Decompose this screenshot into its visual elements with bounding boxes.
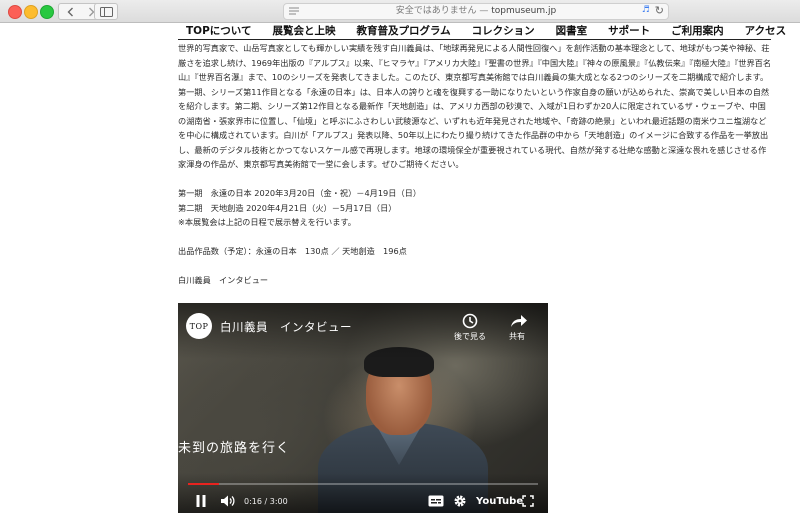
video-subtitle-text: 未到の旅路を行く — [178, 441, 291, 456]
subtitles-icon[interactable] — [428, 495, 444, 507]
nav-item-guide[interactable]: ご利用案内 — [671, 23, 724, 38]
speaker-icon[interactable]: ♬ — [642, 5, 650, 15]
share-arrow-icon — [511, 315, 527, 327]
schedule-period-2: 第二期 天地創造 2020年4月21日（火）－5月17日（日） — [178, 202, 397, 213]
volume-icon[interactable] — [220, 494, 236, 508]
nav-item-support[interactable]: サポート — [608, 23, 650, 38]
site-navigation: TOPについて 展覧会と上映 教育普及プログラム コレクション 図書室 サポート… — [178, 22, 786, 40]
watch-later-label: 後で見る — [454, 332, 486, 341]
settings-gear-icon[interactable] — [453, 494, 467, 508]
back-button[interactable] — [58, 3, 82, 20]
nav-item-access[interactable]: アクセス — [745, 23, 786, 38]
nav-item-exhibitions[interactable]: 展覧会と上映 — [272, 23, 335, 38]
article-body: 世界的写真家で、山岳写真家としても輝かしい実績を残す白川義員は、「地球再発見によ… — [178, 41, 773, 288]
chevron-left-icon — [67, 7, 73, 16]
watch-later-button[interactable]: 後で見る — [448, 313, 492, 342]
minimize-window-button[interactable] — [24, 5, 38, 19]
progress-bar[interactable] — [188, 483, 538, 485]
article-intro: 世界的写真家で、山岳写真家としても輝かしい実績を残す白川義員は、「地球再発見によ… — [178, 43, 772, 169]
nav-item-library[interactable]: 図書室 — [556, 23, 588, 38]
reload-icon[interactable]: ↻ — [655, 4, 664, 17]
time-display: 0:16 / 3:00 — [244, 497, 288, 506]
clock-icon — [462, 313, 478, 329]
not-secure-warning: 安全ではありません — — [395, 6, 492, 16]
video-player[interactable]: TOP 白川義員 インタビュー 後で見る 共有 未到の旅路を行く 0:16 / … — [178, 303, 548, 513]
share-label: 共有 — [509, 332, 525, 341]
pause-icon[interactable] — [194, 494, 208, 508]
video-caption: 白川義員 インタビュー — [178, 275, 269, 285]
address-bar[interactable]: 安全ではありません — topmuseum.jp ♬ ↻ — [283, 3, 669, 20]
close-window-button[interactable] — [8, 5, 22, 19]
schedule-note: ※本展覧会は上記の日程で展示替えを行います。 — [178, 217, 356, 227]
video-controls: 0:16 / 3:00 YouTube — [178, 489, 548, 513]
address-text: 安全ではありません — topmuseum.jp — [284, 5, 668, 18]
nav-item-education[interactable]: 教育普及プログラム — [356, 23, 450, 38]
schedule-period-1: 第一期 永遠の日本 2020年3月20日（金・祝）－4月19日（日） — [178, 188, 422, 198]
zoom-window-button[interactable] — [40, 5, 54, 19]
nav-item-collection[interactable]: コレクション — [472, 23, 535, 38]
browser-toolbar: 安全ではありません — topmuseum.jp ♬ ↻ — [0, 0, 800, 23]
address-domain: topmuseum.jp — [491, 6, 557, 16]
progress-fill — [188, 483, 220, 485]
youtube-logo[interactable]: YouTube — [476, 496, 523, 507]
share-button[interactable]: 共有 — [495, 313, 539, 342]
video-title[interactable]: 白川義員 インタビュー — [220, 319, 352, 335]
works-count: 出品作品数（予定）：永遠の日本 130点 ／ 天地創造 196点 — [178, 246, 407, 256]
fullscreen-icon[interactable] — [522, 495, 534, 507]
sidebar-toggle-button[interactable] — [94, 3, 118, 20]
channel-logo[interactable]: TOP — [186, 313, 212, 339]
sidebar-icon — [99, 6, 113, 17]
nav-item-about[interactable]: TOPについて — [186, 23, 251, 38]
